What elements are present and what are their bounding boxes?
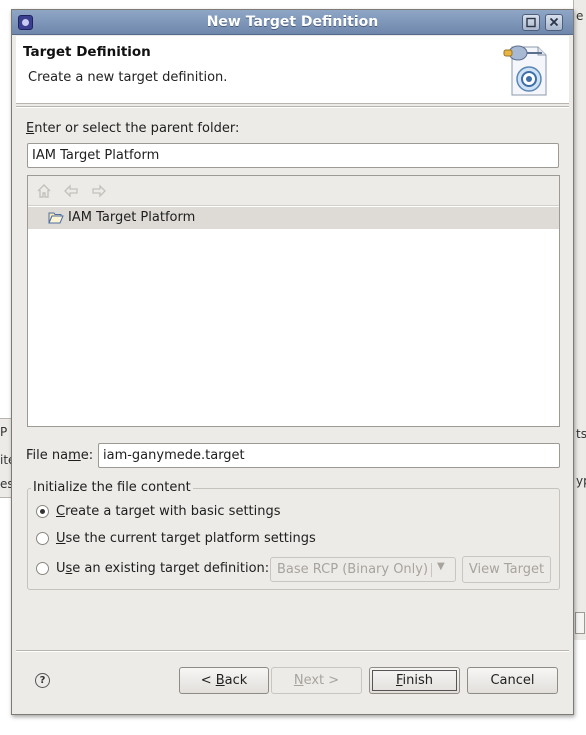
background-text: yp xyxy=(576,474,586,488)
finish-button[interactable]: Finish xyxy=(369,667,460,694)
maximize-button[interactable] xyxy=(522,14,540,31)
mnemonic-letter: B xyxy=(215,673,225,688)
background-text: P xyxy=(0,425,8,439)
tree-item-label: IAM Target Platform xyxy=(68,210,196,225)
mnemonic-letter: E xyxy=(26,121,35,136)
close-icon xyxy=(549,17,559,27)
new-target-definition-dialog: New Target Definition Target Definition … xyxy=(11,9,574,715)
target-wizard-icon xyxy=(503,45,547,96)
label-text: se the current target platform settings xyxy=(65,531,316,546)
view-target-button[interactable]: View Target xyxy=(462,556,551,583)
label-text: inish xyxy=(402,673,434,688)
cancel-button[interactable]: Cancel xyxy=(467,667,558,694)
parent-folder-label: Enter or select the parent folder: xyxy=(26,121,239,136)
back-button[interactable]: < Back xyxy=(179,667,269,694)
radio-current-platform[interactable] xyxy=(36,532,49,545)
existing-definition-combo[interactable]: Base RCP (Binary Only) ▼ xyxy=(270,557,456,582)
wizard-banner: Target Definition Create a new target de… xyxy=(16,36,569,104)
file-name-label: File name: xyxy=(26,448,93,463)
background-right-panel: e i ts yp xyxy=(573,0,586,640)
combo-value: Base RCP (Binary Only) xyxy=(277,562,429,577)
footer-separator xyxy=(16,650,569,652)
header-separator xyxy=(16,106,569,108)
help-icon[interactable]: ? xyxy=(35,673,50,688)
label-text: U xyxy=(56,561,66,576)
radio-current-platform-label[interactable]: Use the current target platform settings xyxy=(56,531,316,546)
tree-item-iam-target-platform[interactable]: IAM Target Platform xyxy=(28,207,559,229)
background-control xyxy=(575,612,585,634)
group-title: Initialize the file content xyxy=(31,480,193,495)
maximize-icon xyxy=(526,17,536,28)
chevron-down-icon: ▼ xyxy=(437,561,445,572)
background-text: ts xyxy=(576,427,586,441)
close-button[interactable] xyxy=(545,14,563,31)
radio-existing-definition-label[interactable]: Use an existing target definition: xyxy=(56,561,269,576)
page-title: Target Definition xyxy=(23,44,151,60)
back-arrow-icon[interactable] xyxy=(63,183,79,199)
file-name-input[interactable]: iam-ganymede.target xyxy=(98,443,560,468)
mnemonic-letter: m xyxy=(68,448,81,463)
title-bar[interactable]: New Target Definition xyxy=(12,10,573,35)
combo-divider xyxy=(431,563,432,577)
radio-basic-settings-label[interactable]: Create a target with basic settings xyxy=(56,504,281,519)
label-text: File na xyxy=(26,448,69,463)
home-icon[interactable] xyxy=(36,183,52,199)
mnemonic-letter: N xyxy=(293,673,304,688)
window-title: New Target Definition xyxy=(206,14,379,30)
label-text: nter or select the parent folder: xyxy=(34,121,240,136)
label-text: ack xyxy=(224,673,248,688)
open-folder-icon xyxy=(48,212,64,224)
parent-folder-input[interactable]: IAM Target Platform xyxy=(27,143,559,168)
label-text: e: xyxy=(80,448,94,463)
mnemonic-letter: C xyxy=(56,504,66,519)
background-text: e i xyxy=(576,9,586,23)
next-button[interactable]: Next > xyxy=(271,667,362,694)
mnemonic-letter: U xyxy=(56,531,66,546)
label-text: reate a target with basic settings xyxy=(65,504,281,519)
label-text: e an existing target definition: xyxy=(72,561,270,576)
page-description: Create a new target definition. xyxy=(28,70,228,85)
label-text: < xyxy=(200,673,216,688)
forward-arrow-icon[interactable] xyxy=(91,183,107,199)
tree-toolbar xyxy=(28,176,559,206)
radio-existing-definition[interactable] xyxy=(36,562,49,575)
label-text: ext > xyxy=(303,673,340,688)
radio-basic-settings[interactable] xyxy=(36,505,49,518)
folder-tree[interactable]: IAM Target Platform xyxy=(27,175,560,427)
